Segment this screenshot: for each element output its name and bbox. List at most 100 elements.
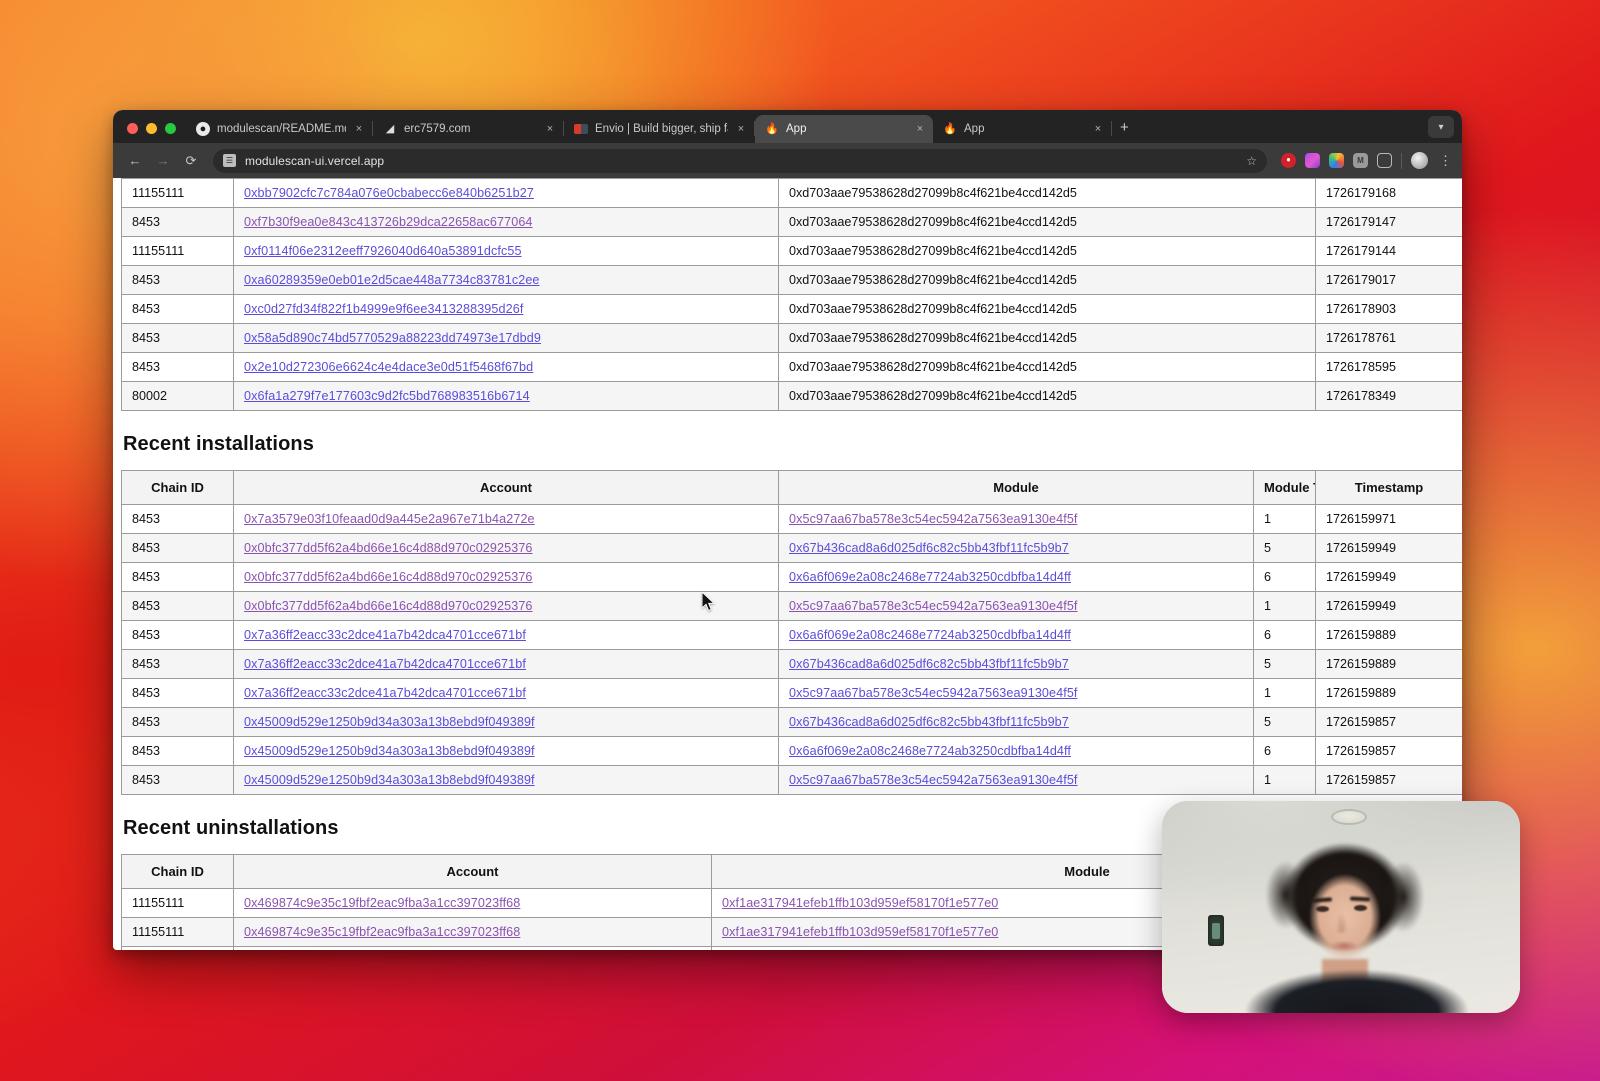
- module-cell: 0x67b436cad8a6d025df6c82c5bb43fbf11fc5b9…: [779, 534, 1254, 563]
- new-tab-button[interactable]: +: [1112, 120, 1139, 143]
- account-link[interactable]: 0x6fa1a279f7e177603c9d2fc5bd768983516b67…: [244, 389, 530, 403]
- account-link[interactable]: 0x469874c9e35c19fbf2eac9fba3a1cc397023ff…: [244, 925, 520, 939]
- tab-envio[interactable]: Envio | Build bigger, ship fast ×: [564, 115, 754, 143]
- account-link[interactable]: 0x7a36ff2eacc33c2dce41a7b42dca4701cce671…: [244, 686, 526, 700]
- table-row[interactable]: 8453 0xf7b30f9ea0e843c413726b29dca22658a…: [122, 208, 1463, 237]
- column-header-timestamp: Timestamp: [1316, 471, 1463, 505]
- module-link[interactable]: 0x67b436cad8a6d025df6c82c5bb43fbf11fc5b9…: [789, 715, 1069, 729]
- timestamp-cell: 1726178761: [1316, 324, 1463, 353]
- minimize-window-button[interactable]: [146, 123, 157, 134]
- account-link[interactable]: 0x0bfc377dd5f62a4bd66e16c4d88d970c029253…: [244, 599, 533, 613]
- module-type-cell: 6: [1254, 563, 1316, 592]
- browser-toolbar: ← → ⟳ ☰ modulescan-ui.vercel.app ☆ M ⋮: [113, 143, 1462, 178]
- module-link[interactable]: 0x5c97aa67ba578e3c54ec5942a7563ea9130e4f…: [789, 686, 1078, 700]
- module-cell: 0x67b436cad8a6d025df6c82c5bb43fbf11fc5b9…: [779, 650, 1254, 679]
- close-tab-button[interactable]: ×: [353, 123, 365, 135]
- account-link[interactable]: 0xf7b30f9ea0e843c413726b29dca22658ac6770…: [244, 215, 533, 229]
- reload-icon[interactable]: ⟳: [179, 149, 203, 173]
- module-link[interactable]: 0x67b436cad8a6d025df6c82c5bb43fbf11fc5b9…: [789, 657, 1069, 671]
- tab-modulescan-readme[interactable]: ● modulescan/README.md at ×: [186, 115, 372, 143]
- table-row[interactable]: 8453 0x45009d529e1250b9d34a303a13b8ebd9f…: [122, 708, 1463, 737]
- account-link[interactable]: 0xa60289359e0eb01e2d5cae448a7734c83781c2…: [244, 273, 540, 287]
- module-link[interactable]: 0x6a6f069e2a08c2468e7724ab3250cdbfba14d4…: [789, 744, 1071, 758]
- table-row[interactable]: 8453 0xa60289359e0eb01e2d5cae448a7734c83…: [122, 266, 1463, 295]
- table-row[interactable]: 8453 0xc0d27fd34f822f1b4999e9f6ee3413288…: [122, 295, 1463, 324]
- account-link[interactable]: 0x469874c9e35c19fbf2eac9fba3a1cc397023ff…: [244, 896, 520, 910]
- chevron-down-icon[interactable]: ▾: [1428, 116, 1454, 138]
- account-cell: 0xc0d27fd34f822f1b4999e9f6ee3413288395d2…: [234, 295, 779, 324]
- address-bar[interactable]: ☰ modulescan-ui.vercel.app ☆: [213, 149, 1267, 173]
- ext-metamask-icon[interactable]: M: [1353, 153, 1368, 168]
- tab-app-active[interactable]: 🔥 App ×: [755, 115, 933, 143]
- forward-icon[interactable]: →: [151, 149, 175, 173]
- column-header-account: Account: [234, 855, 712, 889]
- account-cell: 0x58a5d890c74bd5770529a88223dd74973e17db…: [234, 324, 779, 353]
- account-link[interactable]: 0x45009d529e1250b9d34a303a13b8ebd9f04938…: [244, 744, 535, 758]
- close-tab-button[interactable]: ×: [735, 123, 747, 135]
- profile-avatar[interactable]: [1411, 152, 1428, 169]
- account-link[interactable]: 0x2e10d272306e6624c4e4dace3e0d51f5468f67…: [244, 360, 533, 374]
- table-row[interactable]: 8453 0x0bfc377dd5f62a4bd66e16c4d88d970c0…: [122, 563, 1463, 592]
- table-row[interactable]: 8453 0x7a36ff2eacc33c2dce41a7b42dca4701c…: [122, 650, 1463, 679]
- table-row[interactable]: 11155111 0xf0114f06e2312eeff7926040d640a…: [122, 237, 1463, 266]
- back-icon[interactable]: ←: [123, 149, 147, 173]
- close-tab-button[interactable]: ×: [1092, 123, 1104, 135]
- ext-red-icon[interactable]: [1281, 153, 1296, 168]
- kebab-menu-icon[interactable]: ⋮: [1437, 153, 1452, 169]
- account-cell: 0x0bfc377dd5f62a4bd66e16c4d88d970c029253…: [234, 534, 779, 563]
- table-row[interactable]: 8453 0x7a36ff2eacc33c2dce41a7b42dca4701c…: [122, 621, 1463, 650]
- account-link[interactable]: 0x0bfc377dd5f62a4bd66e16c4d88d970c029253…: [244, 570, 533, 584]
- account-link[interactable]: 0x45009d529e1250b9d34a303a13b8ebd9f04938…: [244, 773, 535, 787]
- table-row[interactable]: 8453 0x7a3579e03f10feaad0d9a445e2a967e71…: [122, 505, 1463, 534]
- table-row[interactable]: 8453 0x7a36ff2eacc33c2dce41a7b42dca4701c…: [122, 679, 1463, 708]
- account-link[interactable]: 0x7a36ff2eacc33c2dce41a7b42dca4701cce671…: [244, 657, 526, 671]
- timestamp-cell: 1726179017: [1316, 266, 1463, 295]
- table-row[interactable]: 8453 0x58a5d890c74bd5770529a88223dd74973…: [122, 324, 1463, 353]
- tab-label: App: [964, 123, 1085, 135]
- module-link[interactable]: 0x6a6f069e2a08c2468e7724ab3250cdbfba14d4…: [789, 628, 1071, 642]
- module-link[interactable]: 0x5c97aa67ba578e3c54ec5942a7563ea9130e4f…: [789, 773, 1078, 787]
- module-type-cell: 1: [1254, 679, 1316, 708]
- module-link[interactable]: 0xf1ae317941efeb1ffb103d959ef58170f1e577…: [722, 925, 998, 939]
- table-row[interactable]: 8453 0x2e10d272306e6624c4e4dace3e0d51f54…: [122, 353, 1463, 382]
- table-row[interactable]: 8453 0x0bfc377dd5f62a4bd66e16c4d88d970c0…: [122, 592, 1463, 621]
- maximize-window-button[interactable]: [165, 123, 176, 134]
- account-link[interactable]: 0xf0114f06e2312eeff7926040d640a53891dcfc…: [244, 244, 522, 258]
- ext-outline-icon[interactable]: [1377, 153, 1392, 168]
- account-link[interactable]: 0x0bfc377dd5f62a4bd66e16c4d88d970c029253…: [244, 541, 533, 555]
- tab-erc7579[interactable]: ◢ erc7579.com ×: [373, 115, 563, 143]
- ext-purple-icon[interactable]: [1305, 153, 1320, 168]
- module-link[interactable]: 0xf1ae317941efeb1ffb103d959ef58170f1e577…: [722, 896, 998, 910]
- account-link[interactable]: 0xc0d27fd34f822f1b4999e9f6ee3413288395d2…: [244, 302, 523, 316]
- account-link[interactable]: 0x7a3579e03f10feaad0d9a445e2a967e71b4a27…: [244, 512, 535, 526]
- account-link[interactable]: 0x58a5d890c74bd5770529a88223dd74973e17db…: [244, 331, 541, 345]
- chain-id-cell: 8453: [122, 766, 234, 795]
- timestamp-cell: 1726159889: [1316, 650, 1463, 679]
- module-cell: 0xd703aae79538628d27099b8c4f621be4ccd142…: [779, 208, 1316, 237]
- module-link[interactable]: 0x5c97aa67ba578e3c54ec5942a7563ea9130e4f…: [789, 512, 1078, 526]
- account-link[interactable]: 0x7a36ff2eacc33c2dce41a7b42dca4701cce671…: [244, 628, 526, 642]
- module-cell: 0xd703aae79538628d27099b8c4f621be4ccd142…: [779, 324, 1316, 353]
- timestamp-cell: 1726159857: [1316, 737, 1463, 766]
- table-row[interactable]: 8453 0x45009d529e1250b9d34a303a13b8ebd9f…: [122, 737, 1463, 766]
- module-link[interactable]: 0x67b436cad8a6d025df6c82c5bb43fbf11fc5b9…: [789, 541, 1069, 555]
- close-window-button[interactable]: [127, 123, 138, 134]
- table-row[interactable]: 80002 0x6fa1a279f7e177603c9d2fc5bd768983…: [122, 382, 1463, 411]
- module-link[interactable]: 0x6a6f069e2a08c2468e7724ab3250cdbfba14d4…: [789, 570, 1071, 584]
- module-link[interactable]: 0x5c97aa67ba578e3c54ec5942a7563ea9130e4f…: [789, 599, 1078, 613]
- table-row[interactable]: 8453 0x0bfc377dd5f62a4bd66e16c4d88d970c0…: [122, 534, 1463, 563]
- close-tab-button[interactable]: ×: [544, 123, 556, 135]
- table-row[interactable]: 8453 0x45009d529e1250b9d34a303a13b8ebd9f…: [122, 766, 1463, 795]
- account-cell: 0x469874c9e35c19fbf2eac9fba3a1cc397023ff…: [234, 889, 712, 918]
- account-link[interactable]: 0x45009d529e1250b9d34a303a13b8ebd9f04938…: [244, 715, 535, 729]
- tab-label: erc7579.com: [404, 123, 537, 135]
- tab-app-second[interactable]: 🔥 App ×: [933, 115, 1111, 143]
- bookmark-icon[interactable]: ☆: [1246, 154, 1257, 168]
- close-tab-button[interactable]: ×: [914, 123, 926, 135]
- tune-icon[interactable]: ☰: [223, 154, 236, 167]
- chain-id-cell: 11155111: [122, 889, 234, 918]
- account-cell: 0x469874c9e35c19fbf2eac9fba3a1cc397023ff…: [234, 918, 712, 947]
- table-row[interactable]: 11155111 0xbb7902cfc7c784a076e0cbabecc6e…: [122, 179, 1463, 208]
- account-link[interactable]: 0xbb7902cfc7c784a076e0cbabecc6e840b6251b…: [244, 186, 534, 200]
- ext-rainbow-icon[interactable]: [1329, 153, 1344, 168]
